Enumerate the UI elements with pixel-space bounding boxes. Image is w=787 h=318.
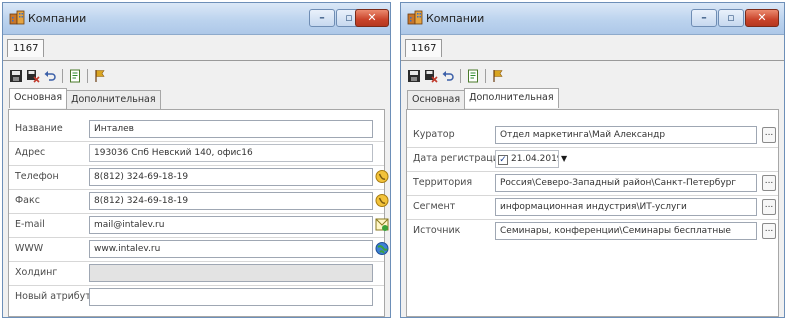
segment-field[interactable]: информационная индустрия\ИТ-услуги (495, 198, 757, 216)
flag-icon[interactable] (93, 69, 107, 83)
field-row-name: Название Инталев (9, 118, 384, 140)
toolbar-separator (62, 69, 63, 83)
field-row-segment: Сегмент информационная индустрия\ИТ-услу… (407, 196, 778, 218)
toolbar-separator (485, 69, 486, 83)
save-icon[interactable] (407, 69, 421, 83)
save-icon[interactable] (9, 69, 23, 83)
phone-icon[interactable] (375, 169, 389, 184)
title-bar[interactable]: Компании – ▫ ✕ (3, 3, 390, 35)
fax-field[interactable]: 8(812) 324-69-18-19 (89, 192, 373, 210)
document-icon[interactable] (68, 69, 82, 83)
email-icon[interactable] (375, 217, 389, 232)
app-icon (407, 10, 423, 25)
curator-field[interactable]: Отдел маркетинга\Май Александр (495, 126, 757, 144)
ellipsis-icon[interactable]: ... (762, 127, 776, 143)
company-window-additional: Компании – ▫ ✕ 1167 Основная Дополнитель… (400, 2, 785, 318)
registration-date-value: 21.04.2019 (511, 154, 559, 164)
field-row-fax: Факс 8(812) 324-69-18-19 (9, 190, 389, 212)
field-row-registration-date: Дата регистрации ✓ 21.04.2019 ▼ (407, 148, 778, 170)
field-label: Новый атрибут (15, 291, 91, 302)
form-tabs: Основная Дополнительная (9, 88, 161, 110)
dropdown-icon[interactable]: ▼ (561, 154, 567, 163)
field-row-phone: Телефон 8(812) 324-69-18-19 (9, 166, 389, 188)
ellipsis-icon[interactable]: ... (762, 175, 776, 191)
ellipsis-icon[interactable]: ... (762, 199, 776, 215)
field-label: E-mail (15, 219, 45, 230)
field-label: Телефон (15, 171, 59, 182)
document-tabs: 1167 (405, 39, 443, 61)
field-label: Дата регистрации (413, 153, 506, 164)
field-row-new-attribute: Новый атрибут (9, 286, 384, 308)
window-title: Компании (426, 12, 485, 25)
name-field[interactable]: Инталев (89, 120, 373, 138)
tab-divider (3, 60, 390, 61)
field-row-curator: Куратор Отдел маркетинга\Май Александр .… (407, 124, 778, 146)
document-tab[interactable]: 1167 (405, 39, 443, 57)
close-button[interactable]: ✕ (745, 9, 779, 27)
field-row-address: Адрес 193036 Спб Невский 140, офис16 (9, 142, 384, 164)
app-icon (9, 10, 25, 25)
toolbar-separator (87, 69, 88, 83)
field-row-www: WWW www.intalev.ru (9, 238, 389, 260)
tab-main[interactable]: Основная (407, 90, 466, 110)
website-field[interactable]: www.intalev.ru (89, 240, 373, 258)
undo-icon[interactable] (441, 69, 455, 83)
email-field[interactable]: mail@intalev.ru (89, 216, 373, 234)
field-row-holding: Холдинг (9, 262, 384, 284)
maximize-button[interactable]: ▫ (718, 9, 744, 27)
close-button[interactable]: ✕ (355, 9, 389, 27)
tab-additional[interactable]: Дополнительная (66, 90, 161, 110)
tab-main[interactable]: Основная (9, 88, 68, 108)
document-tabs: 1167 (7, 39, 45, 61)
source-field[interactable]: Семинары, конференции\Семинары бесплатны… (495, 222, 757, 240)
additional-tab-panel: Куратор Отдел маркетинга\Май Александр .… (406, 109, 779, 317)
territory-field[interactable]: Россия\Северо-Западный район\Санкт-Петер… (495, 174, 757, 192)
field-label: Территория (413, 177, 473, 188)
field-row-source: Источник Семинары, конференции\Семинары … (407, 220, 778, 242)
ellipsis-icon[interactable]: ... (762, 223, 776, 239)
field-label: Источник (413, 225, 461, 236)
field-row-email: E-mail mail@intalev.ru (9, 214, 389, 236)
field-label: WWW (15, 243, 44, 254)
save-close-icon[interactable] (424, 69, 438, 83)
document-icon[interactable] (466, 69, 480, 83)
minimize-button[interactable]: – (691, 9, 717, 27)
field-label: Холдинг (15, 267, 58, 278)
save-close-icon[interactable] (26, 69, 40, 83)
tab-divider (401, 60, 784, 61)
new-attribute-field[interactable] (89, 288, 373, 306)
phone-field[interactable]: 8(812) 324-69-18-19 (89, 168, 373, 186)
field-label: Куратор (413, 129, 455, 140)
document-tab[interactable]: 1167 (7, 39, 45, 57)
globe-icon[interactable] (375, 241, 389, 256)
field-label: Факс (15, 195, 40, 206)
form-tabs: Основная Дополнительная (407, 88, 559, 110)
holding-field (89, 264, 373, 282)
title-bar[interactable]: Компании – ▫ ✕ (401, 3, 784, 35)
undo-icon[interactable] (43, 69, 57, 83)
toolbar (9, 67, 107, 85)
date-checkbox[interactable]: ✓ (498, 155, 508, 165)
field-row-territory: Территория Россия\Северо-Западный район\… (407, 172, 778, 194)
field-label: Название (15, 123, 63, 134)
main-tab-panel: Название Инталев Адрес 193036 Спб Невски… (8, 109, 389, 317)
window-title: Компании (28, 12, 87, 25)
toolbar-separator (460, 69, 461, 83)
registration-date-picker[interactable]: ✓ 21.04.2019 (495, 150, 559, 168)
address-field[interactable]: 193036 Спб Невский 140, офис16 (89, 144, 373, 162)
flag-icon[interactable] (491, 69, 505, 83)
phone-icon[interactable] (375, 193, 389, 208)
field-label: Адрес (15, 147, 46, 158)
toolbar (407, 67, 505, 85)
field-label: Сегмент (413, 201, 456, 212)
tab-additional[interactable]: Дополнительная (464, 88, 559, 108)
company-window-main: Компании – ▫ ✕ 1167 Основная Дополнитель… (2, 2, 391, 318)
minimize-button[interactable]: – (309, 9, 335, 27)
